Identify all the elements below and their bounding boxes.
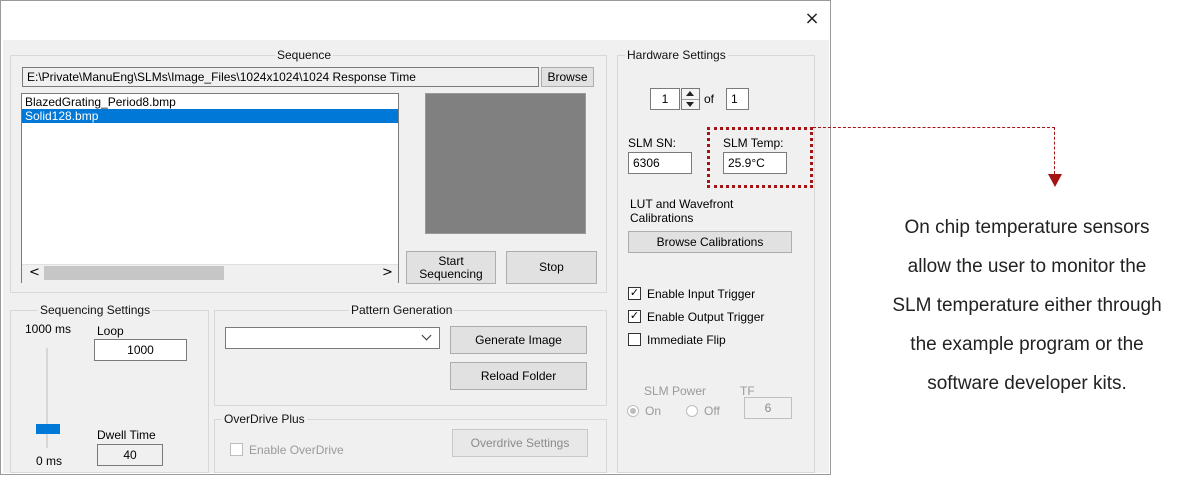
stop-button[interactable]: Stop bbox=[506, 251, 597, 284]
power-off-label: Off bbox=[704, 404, 720, 418]
dwell-slider-thumb[interactable] bbox=[36, 424, 60, 434]
reload-folder-button[interactable]: Reload Folder bbox=[450, 362, 587, 390]
board-spinner[interactable] bbox=[681, 88, 700, 110]
scroll-right-icon[interactable]: > bbox=[382, 265, 393, 280]
enable-overdrive-checkbox[interactable] bbox=[230, 443, 243, 456]
dwell-time-field[interactable]: 40 bbox=[97, 444, 163, 466]
hardware-settings-group-label: Hardware Settings bbox=[625, 48, 728, 62]
checkmark-icon: ✓ bbox=[629, 310, 640, 322]
calibrations-label-line2: Calibrations bbox=[630, 211, 694, 225]
list-item-selected[interactable]: Solid128.bmp bbox=[22, 109, 398, 123]
dwell-time-label: Dwell Time bbox=[97, 428, 156, 442]
callout-line: SLM temperature either through bbox=[892, 295, 1162, 316]
callout-line: On chip temperature sensors bbox=[904, 217, 1150, 238]
overdrive-plus-group-label: OverDrive Plus bbox=[222, 412, 307, 426]
image-file-list[interactable]: BlazedGrating_Period8.bmp Solid128.bmp bbox=[21, 93, 399, 283]
enable-output-trigger-label: Enable Output Trigger bbox=[647, 310, 765, 324]
calibrations-label-line1: LUT and Wavefront bbox=[630, 197, 734, 211]
of-label: of bbox=[704, 92, 715, 106]
sequence-path-field[interactable]: E:\Private\ManuEng\SLMs\Image_Files\1024… bbox=[22, 67, 539, 87]
power-off-radio[interactable] bbox=[686, 405, 698, 417]
radio-selected-icon bbox=[630, 408, 636, 414]
callout-text: On chip temperature sensors allow the us… bbox=[862, 208, 1192, 403]
callout-line: allow the user to monitor the bbox=[907, 256, 1147, 277]
list-item[interactable]: BlazedGrating_Period8.bmp bbox=[22, 95, 398, 109]
slider-max-label: 1000 ms bbox=[25, 322, 72, 336]
sequence-group-label: Sequence bbox=[275, 48, 334, 62]
spin-up-icon[interactable] bbox=[686, 91, 694, 96]
slm-sn-label: SLM SN: bbox=[628, 136, 677, 150]
pattern-generation-group bbox=[214, 310, 607, 406]
pattern-generation-group-label: Pattern Generation bbox=[349, 303, 455, 317]
enable-input-trigger-label: Enable Input Trigger bbox=[647, 287, 756, 301]
enable-input-trigger-checkbox[interactable]: ✓ bbox=[628, 287, 641, 300]
pattern-dropdown[interactable] bbox=[225, 327, 440, 349]
image-preview bbox=[425, 93, 586, 234]
browse-calibrations-button[interactable]: Browse Calibrations bbox=[628, 231, 792, 253]
slider-min-label: 0 ms bbox=[36, 454, 63, 468]
sequencing-settings-group-label: Sequencing Settings bbox=[38, 303, 153, 317]
board-count-field: 1 bbox=[726, 88, 749, 110]
start-sequencing-label-line1: Start bbox=[438, 253, 464, 268]
board-index-field[interactable]: 1 bbox=[650, 88, 680, 110]
tf-label: TF bbox=[740, 384, 755, 398]
temperature-highlight-box bbox=[707, 127, 813, 188]
power-on-label: On bbox=[645, 404, 662, 418]
arrow-down-icon bbox=[1048, 174, 1062, 187]
overdrive-settings-button[interactable]: Overdrive Settings bbox=[452, 429, 588, 457]
enable-output-trigger-checkbox[interactable]: ✓ bbox=[628, 310, 641, 323]
scroll-left-icon[interactable]: < bbox=[29, 265, 40, 280]
generate-image-button[interactable]: Generate Image bbox=[450, 326, 587, 354]
close-icon[interactable]: × bbox=[803, 10, 821, 28]
start-sequencing-button[interactable]: Start Sequencing bbox=[406, 251, 496, 284]
loop-field[interactable]: 1000 bbox=[94, 339, 187, 361]
scrollbar-thumb[interactable] bbox=[44, 266, 224, 280]
tf-field: 6 bbox=[744, 397, 792, 419]
callout-connector-horizontal bbox=[813, 127, 1055, 128]
power-on-radio[interactable] bbox=[627, 405, 639, 417]
callout-connector-vertical bbox=[1054, 127, 1055, 174]
immediate-flip-label: Immediate Flip bbox=[647, 333, 726, 347]
spinner-divider bbox=[682, 99, 699, 100]
slm-sn-field: 6306 bbox=[628, 152, 692, 174]
callout-line: the example program or the bbox=[910, 334, 1144, 355]
checkmark-icon: ✓ bbox=[629, 287, 640, 299]
loop-label: Loop bbox=[97, 324, 124, 338]
enable-overdrive-label: Enable OverDrive bbox=[249, 443, 344, 457]
start-sequencing-label-line2: Sequencing bbox=[419, 266, 483, 281]
slm-power-label: SLM Power bbox=[644, 384, 707, 398]
immediate-flip-checkbox[interactable] bbox=[628, 333, 641, 346]
callout-line: software developer kits. bbox=[927, 373, 1127, 394]
browse-button[interactable]: Browse bbox=[541, 67, 594, 87]
spin-down-icon[interactable] bbox=[686, 102, 694, 107]
